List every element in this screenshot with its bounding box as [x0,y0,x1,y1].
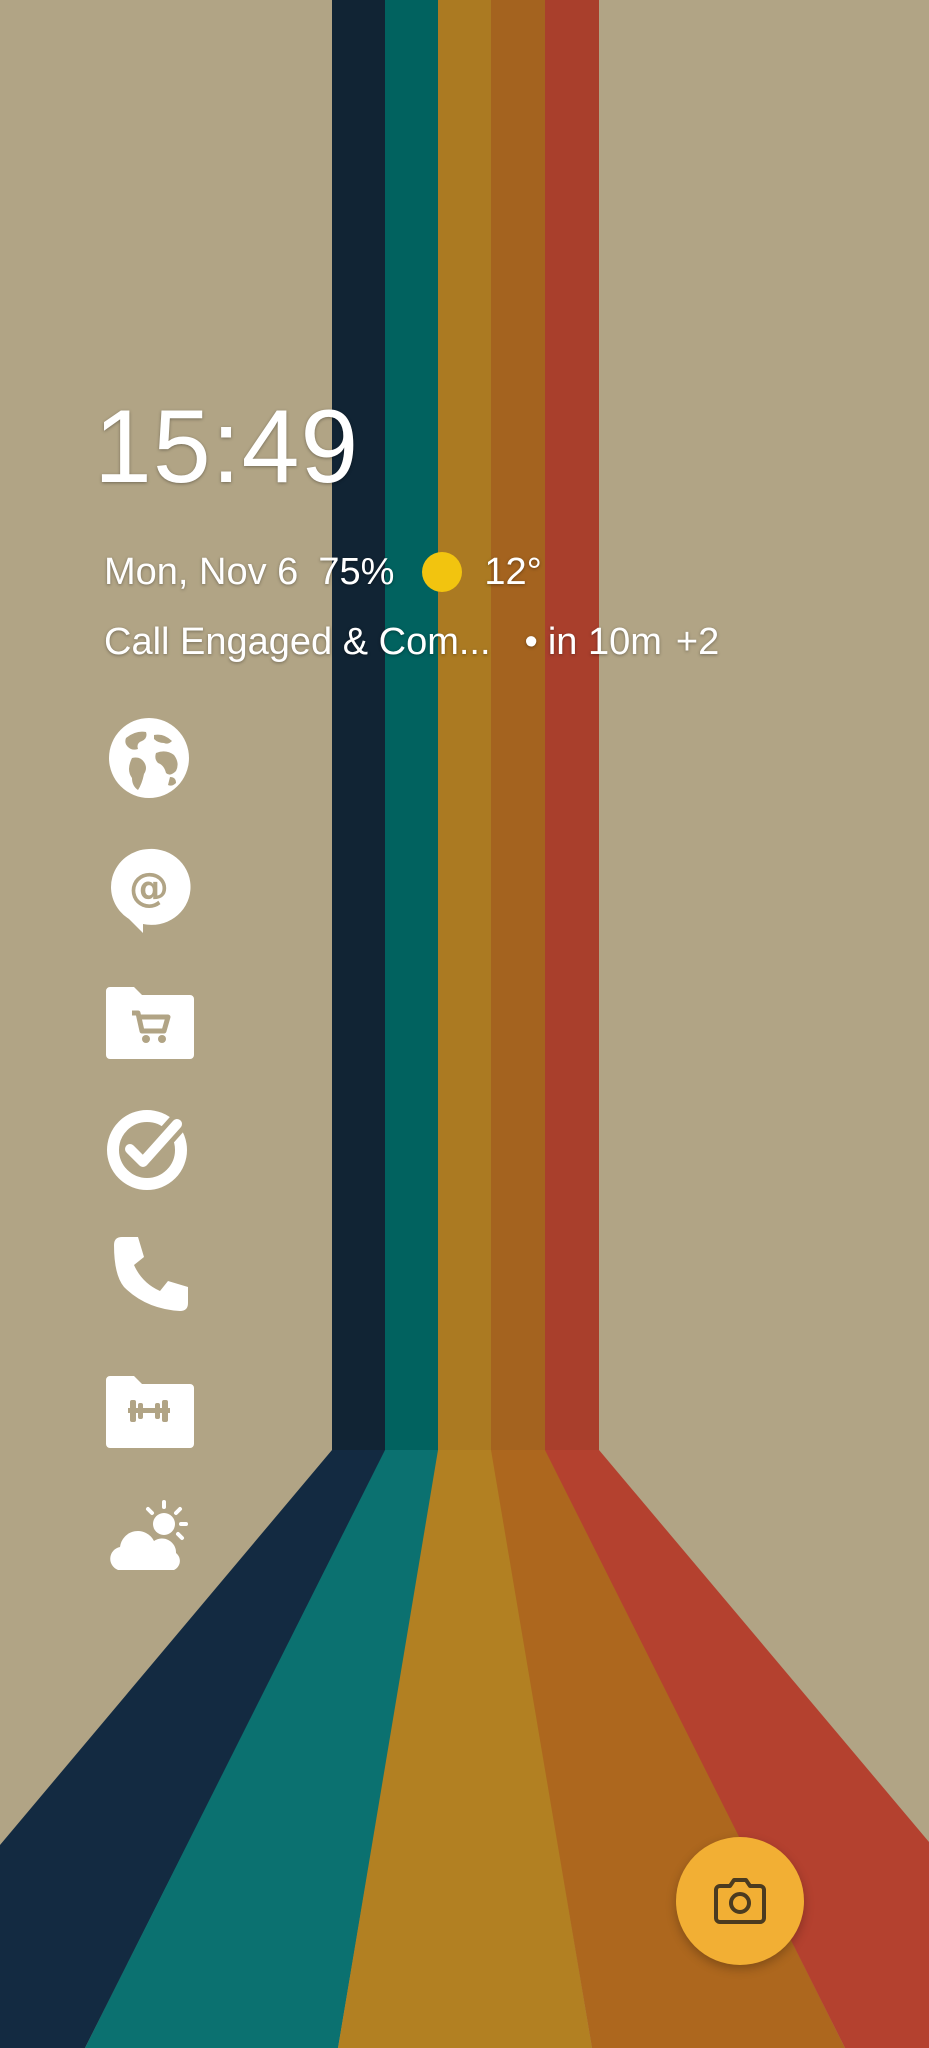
stripe-navy-vertical [332,0,386,1450]
battery-text: 75% [318,550,395,593]
task-check-icon[interactable] [104,1103,194,1193]
phone-icon[interactable] [104,1233,194,1323]
stripe-mustard-vertical [438,0,492,1450]
sun-icon [422,552,463,592]
calendar-event-row[interactable]: Call Engaged & Com... • in 10m +2 [104,618,719,666]
at-a-glance-row[interactable]: Mon, Nov 6 75% 12° [104,548,542,596]
svg-text:@: @ [129,865,169,911]
stripe-red-vertical [545,0,599,1450]
camera-icon [714,1878,766,1924]
event-bullet: • [524,620,538,663]
weather-cloud-sun-icon[interactable] [104,1494,194,1584]
shopping-folder-icon[interactable] [104,975,194,1065]
clock-time[interactable]: 15:49 [94,395,359,499]
globe-icon[interactable] [104,713,194,803]
temperature-text[interactable]: 12° [484,551,541,594]
date-text[interactable]: Mon, Nov 6 [104,551,298,594]
stripe-teal-vertical [385,0,439,1450]
at-chat-icon[interactable]: @ [104,843,194,933]
fitness-folder-icon[interactable] [104,1364,194,1454]
event-title[interactable]: Call Engaged & Com... [104,621,491,664]
stripe-orange-vertical [491,0,546,1450]
camera-button[interactable] [676,1837,804,1965]
event-time: in 10m [547,620,662,663]
event-more-count: +2 [675,620,720,663]
